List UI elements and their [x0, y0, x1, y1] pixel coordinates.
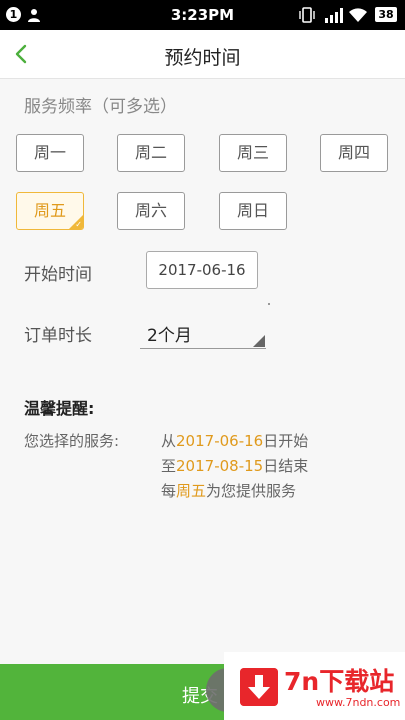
- download-arrow-icon: [240, 668, 278, 706]
- page-title: 预约时间: [164, 47, 241, 69]
- day-button-mon[interactable]: 周一: [16, 134, 84, 172]
- day-button-label: 周三: [236, 143, 269, 162]
- dropdown-arrow-icon: [253, 335, 265, 347]
- watermark-url: www.7ndn.com: [316, 696, 401, 709]
- day-button-label: 周一: [33, 143, 66, 162]
- tips-text: 至: [161, 457, 177, 475]
- day-button-tue[interactable]: 周二: [117, 134, 185, 172]
- app-header: 预约时间: [0, 30, 405, 79]
- battery-icon: 38: [375, 7, 397, 22]
- tips-text: 日开始: [263, 432, 309, 450]
- day-button-sat[interactable]: 周六: [117, 192, 185, 230]
- checkmark-icon: ✓: [75, 220, 82, 229]
- day-button-fri[interactable]: 周五 ✓: [16, 192, 84, 230]
- signal-icon: [325, 8, 343, 23]
- divider-dot: [268, 303, 270, 305]
- start-date-field[interactable]: 2017-06-16: [146, 251, 258, 289]
- watermark-title: 7n下载站: [284, 667, 395, 696]
- tips-day-line: 每周五为您提供服务: [161, 480, 296, 501]
- tips-end-date: 2017-08-15: [176, 457, 264, 475]
- wifi-icon: [349, 8, 367, 22]
- tips-title: 温馨提醒:: [24, 399, 95, 418]
- tips-start-date: 2017-06-16: [176, 432, 264, 450]
- tips-start-line: 从2017-06-16日开始: [161, 430, 308, 451]
- day-button-label: 周五: [33, 201, 66, 220]
- frequency-label: 服务频率（可多选）: [24, 97, 177, 117]
- duration-label: 订单时长: [24, 326, 92, 346]
- day-button-label: 周日: [236, 201, 269, 220]
- tips-text: 每: [161, 482, 177, 500]
- start-time-label: 开始时间: [24, 265, 92, 285]
- tips-text: 从: [161, 432, 177, 450]
- day-button-sun[interactable]: 周日: [219, 192, 287, 230]
- day-button-label: 周四: [337, 143, 370, 162]
- day-button-thu[interactable]: 周四: [320, 134, 388, 172]
- tips-day: 周五: [176, 482, 207, 500]
- watermark-logo: 7n下载站 www.7ndn.com: [224, 652, 405, 720]
- duration-dropdown[interactable]: 2个月: [140, 318, 266, 349]
- tips-text: 日结束: [263, 457, 309, 475]
- duration-value: 2个月: [147, 326, 192, 346]
- tips-label: 您选择的服务:: [24, 432, 120, 450]
- vibrate-icon: [299, 7, 315, 23]
- tips-text: 为您提供服务: [206, 482, 297, 500]
- day-button-wed[interactable]: 周三: [219, 134, 287, 172]
- status-bar: 1 3:23PM 38: [0, 0, 405, 30]
- day-button-label: 周二: [134, 143, 167, 162]
- tips-end-line: 至2017-08-15日结束: [161, 455, 308, 476]
- day-button-label: 周六: [134, 201, 167, 220]
